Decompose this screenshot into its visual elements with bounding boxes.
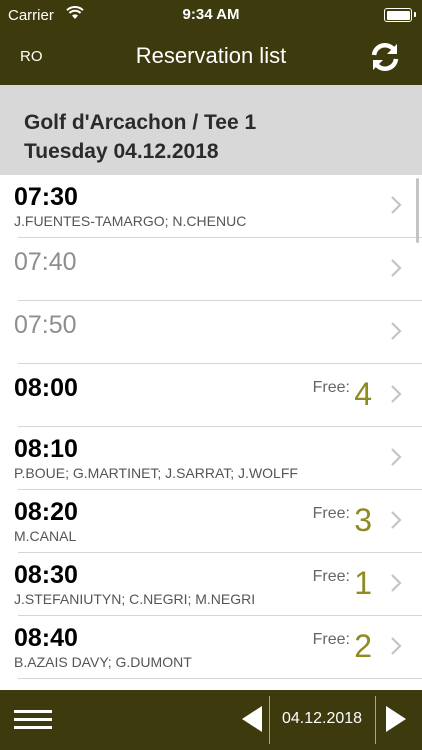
status-bar: Carrier 9:34 AM xyxy=(0,0,422,30)
reservation-list: 07:30 J.FUENTES-TAMARGO; N.CHENUC 07:40 07:… xyxy=(0,175,422,690)
status-time: 9:34 AM xyxy=(182,6,240,23)
player-names: J.STEFANIUTYN; C.NEGRI; M.NEGRI xyxy=(14,591,256,607)
player-names: B.AZAIS DAVY; G.DUMONT xyxy=(14,654,192,670)
chevron-right-icon xyxy=(391,322,402,340)
reservation-row[interactable]: 08:20 M.CANAL Free: 3 xyxy=(0,490,422,553)
reservation-row[interactable]: 07:50 xyxy=(0,301,422,364)
reservation-row[interactable]: 08:40 B.AZAIS DAVY; G.DUMONT Free: 2 xyxy=(0,616,422,679)
tee-time: 07:50 xyxy=(14,311,77,339)
course-header: Golf d'Arcachon / Tee 1 Tuesday 04.12.20… xyxy=(0,85,422,175)
course-name: Golf d'Arcachon / Tee 1 xyxy=(24,111,257,134)
footer-bar: 04.12.2018 xyxy=(0,690,422,750)
reservation-row[interactable]: 07:40 xyxy=(0,238,422,301)
previous-day-icon[interactable] xyxy=(240,704,264,734)
next-day-icon[interactable] xyxy=(384,704,408,734)
current-date[interactable]: 04.12.2018 xyxy=(270,710,374,728)
tee-time: 07:30 xyxy=(14,183,78,211)
tee-time: 08:00 xyxy=(14,374,78,402)
reservation-row[interactable]: 08:00 Free: 4 xyxy=(0,364,422,427)
free-label: Free: xyxy=(312,631,350,648)
chevron-right-icon xyxy=(391,385,402,403)
scrollbar[interactable] xyxy=(416,178,419,243)
player-names: M.CANAL xyxy=(14,528,77,544)
chevron-right-icon xyxy=(391,511,402,529)
tee-time: 07:40 xyxy=(14,248,77,276)
player-names: P.BOUE; G.MARTINET; J.SARRAT; J.WOLFF xyxy=(14,465,298,481)
tee-time: 08:30 xyxy=(14,561,78,589)
free-label: Free: xyxy=(312,568,350,585)
chevron-right-icon xyxy=(391,448,402,466)
chevron-right-icon xyxy=(391,574,402,592)
free-label: Free: xyxy=(312,379,350,396)
reservation-row[interactable]: 08:30 J.STEFANIUTYN; C.NEGRI; M.NEGRI Free… xyxy=(0,553,422,616)
free-spots-count: 2 xyxy=(354,628,372,664)
tee-time: 08:20 xyxy=(14,498,78,526)
chevron-right-icon xyxy=(391,259,402,277)
free-spots-count: 3 xyxy=(354,502,372,538)
tee-time: 08:40 xyxy=(14,624,78,652)
tee-time: 08:10 xyxy=(14,435,78,463)
divider xyxy=(375,696,376,744)
row-divider xyxy=(18,678,422,679)
page-title: Reservation list xyxy=(135,43,287,68)
date-heading: Tuesday 04.12.2018 xyxy=(24,140,219,163)
free-label: Free: xyxy=(312,505,350,522)
reservation-row[interactable]: 08:10 P.BOUE; G.MARTINET; J.SARRAT; J.WOL… xyxy=(0,427,422,490)
free-spots-count: 4 xyxy=(354,376,372,412)
reservation-row[interactable]: 07:30 J.FUENTES-TAMARGO; N.CHENUC xyxy=(0,175,422,238)
chevron-right-icon xyxy=(391,637,402,655)
battery-icon xyxy=(384,8,416,22)
hamburger-menu-icon[interactable] xyxy=(14,706,52,734)
player-names: J.FUENTES-TAMARGO; N.CHENUC xyxy=(14,213,247,229)
nav-bar: RO Reservation list xyxy=(0,30,422,85)
chevron-right-icon xyxy=(391,196,402,214)
refresh-icon[interactable] xyxy=(368,40,402,74)
free-spots-count: 1 xyxy=(354,565,372,601)
